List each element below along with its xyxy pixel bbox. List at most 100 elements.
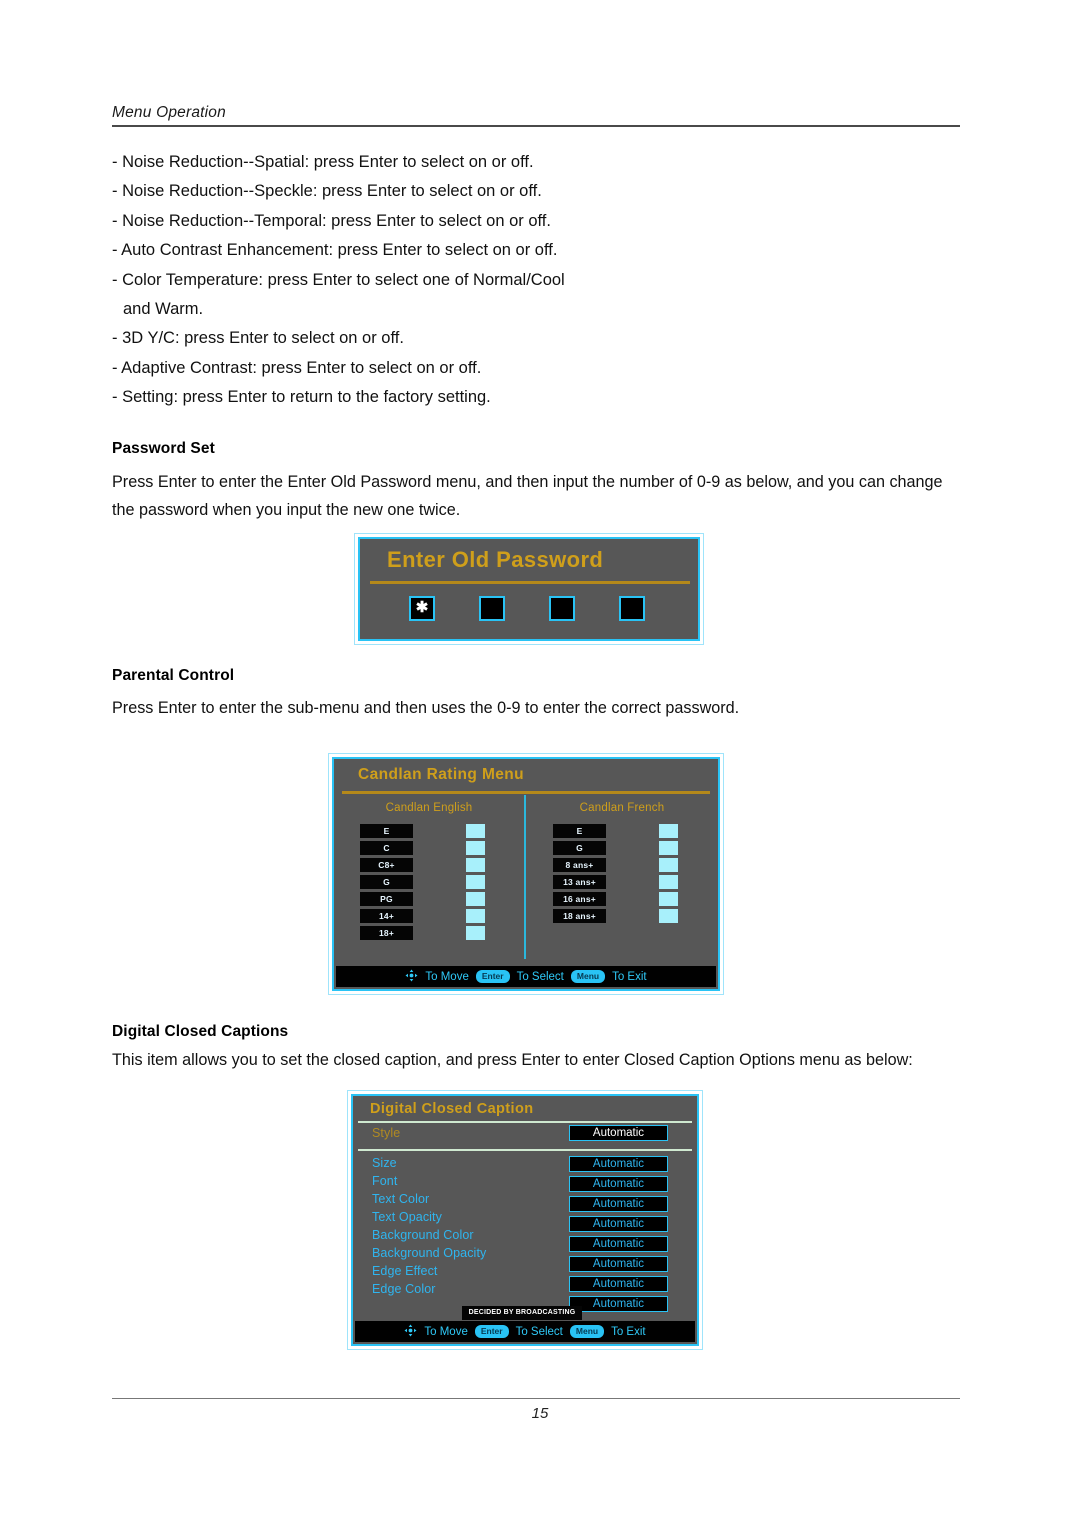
table-row[interactable]: E [360,824,524,838]
hint-select-label: To Select [516,970,564,983]
table-row[interactable]: E [553,824,718,838]
rating-checkbox[interactable] [659,841,678,855]
row-label: Background Color [372,1228,474,1242]
table-row[interactable]: C [360,841,524,855]
rating-checkbox[interactable] [466,926,485,940]
rating-label: PG [360,892,413,906]
section-heading-digital-closed-captions: Digital Closed Captions [112,1023,289,1040]
rating-label: 14+ [360,909,413,923]
rating-label: G [553,841,606,855]
dialog-title: Enter Old Password [387,547,604,572]
menu-title: Digital Closed Caption [370,1101,534,1117]
row-label: Text Color [372,1192,430,1206]
list-item: - Adaptive Contrast: press Enter to sele… [112,358,482,377]
hint-exit-label: To Exit [611,1325,646,1338]
title-divider [342,791,710,794]
table-row[interactable]: 8 ans+ [553,858,718,872]
selection-divider [358,1149,692,1151]
table-row[interactable]: 13 ans+ [553,875,718,889]
dpad-icon [404,1324,417,1340]
table-row[interactable]: 16 ans+ [553,892,718,906]
table-row[interactable]: C8+ [360,858,524,872]
rating-label: 16 ans+ [553,892,606,906]
menu-row-edge-effect[interactable]: Edge Effect Automatic [353,1262,697,1292]
hint-move-label: To Move [424,1325,468,1338]
rating-checkbox[interactable] [466,875,485,889]
menu-row-style[interactable]: Style Automatic [353,1124,697,1143]
rating-column-english: Candlan English E C C8+ G PG 14+ 18+ [334,795,526,959]
table-row[interactable]: PG [360,892,524,906]
password-digit-group: ✱ [409,596,645,621]
password-digit-1[interactable]: ✱ [409,596,435,621]
row-value[interactable]: Automatic [569,1125,668,1141]
rating-label: E [360,824,413,838]
running-head-title: Menu Operation [112,104,226,121]
rating-label: C8+ [360,858,413,872]
osd-hint-bar: To Move Enter To Select Menu To Exit [336,966,716,987]
list-item: - 3D Y/C: press Enter to select on or of… [112,329,404,348]
section-paragraph-digital-closed-captions: This item allows you to set the closed c… [112,1051,913,1069]
row-value[interactable]: Automatic [569,1156,668,1172]
list-item: - Auto Contrast Enhancement: press Enter… [112,241,558,260]
menu-key-badge[interactable]: Menu [570,970,606,983]
menu-row-text-color[interactable]: Text Color Automatic [353,1190,697,1212]
menu-title: Candlan Rating Menu [358,766,525,783]
enter-key-badge[interactable]: Enter [475,970,510,983]
row-value[interactable]: Automatic [569,1296,668,1312]
broadcast-source-note: DECIDED BY BROADCASTING [462,1306,582,1320]
list-item: - Noise Reduction--Temporal: press Enter… [112,211,551,230]
footer-divider [112,1398,960,1399]
menu-row-text-opacity[interactable]: Text Opacity Automatic [353,1208,697,1232]
menu-key-badge[interactable]: Menu [569,1325,605,1338]
password-digit-2[interactable] [479,596,505,621]
column-header: Candlan French [579,802,665,814]
row-label: Style [372,1126,401,1140]
rating-checkbox[interactable] [659,909,678,923]
rating-checkbox[interactable] [466,909,485,923]
menu-row-background-color[interactable]: Background Color Automatic [353,1226,697,1252]
rating-label: C [360,841,413,855]
list-item: - Noise Reduction--Spatial: press Enter … [112,153,534,171]
page-number: 15 [531,1405,549,1422]
row-label: Edge Color [372,1282,436,1296]
row-label: Size [372,1156,397,1170]
rating-column-french: Candlan French E G 8 ans+ 13 ans+ 16 ans… [526,795,718,959]
list-item: - Color Temperature: press Enter to sele… [112,270,565,289]
list-item: - Noise Reduction--Speckle: press Enter … [112,182,542,201]
rating-checkbox[interactable] [466,892,485,906]
hint-move-label: To Move [425,970,469,983]
row-label: Font [372,1174,398,1188]
table-row[interactable]: G [553,841,718,855]
table-row[interactable]: 18 ans+ [553,909,718,923]
menu-row-edge-color[interactable]: Edge Color Automatic [353,1280,697,1312]
menu-row-background-opacity[interactable]: Background Opacity Automatic [353,1244,697,1272]
title-divider [358,1121,692,1123]
rating-checkbox[interactable] [659,824,678,838]
rating-checkbox[interactable] [659,858,678,872]
rating-row-list: E C C8+ G PG 14+ 18+ [334,824,524,940]
menu-row-font[interactable]: Font Automatic [353,1172,697,1192]
enter-key-badge[interactable]: Enter [474,1325,509,1338]
hint-select-label: To Select [515,1325,563,1338]
digital-closed-caption-menu: Digital Closed Caption Style Automatic S… [347,1090,703,1350]
menu-row-size[interactable]: Size Automatic [353,1154,697,1173]
rating-label: 18 ans+ [553,909,606,923]
rating-checkbox[interactable] [466,841,485,855]
password-digit-4[interactable] [619,596,645,621]
section-paragraph-password-set: Press Enter to enter the Enter Old Passw… [112,473,943,519]
password-digit-3[interactable] [549,596,575,621]
table-row[interactable]: 18+ [360,926,524,940]
rating-row-list: E G 8 ans+ 13 ans+ 16 ans+ 18 ans+ [526,824,718,923]
table-row[interactable]: 14+ [360,909,524,923]
rating-label: 18+ [360,926,413,940]
canadian-rating-menu: Candlan Rating Menu Candlan English E C … [328,753,724,995]
hint-exit-label: To Exit [612,970,647,983]
list-item: - Setting: press Enter to return to the … [112,388,491,407]
rating-checkbox[interactable] [466,824,485,838]
table-row[interactable]: G [360,875,524,889]
rating-checkbox[interactable] [659,892,678,906]
enter-old-password-dialog: Enter Old Password ✱ [354,533,704,645]
rating-checkbox[interactable] [466,858,485,872]
rating-checkbox[interactable] [659,875,678,889]
section-paragraph-parental-control: Press Enter to enter the sub-menu and th… [112,699,740,717]
